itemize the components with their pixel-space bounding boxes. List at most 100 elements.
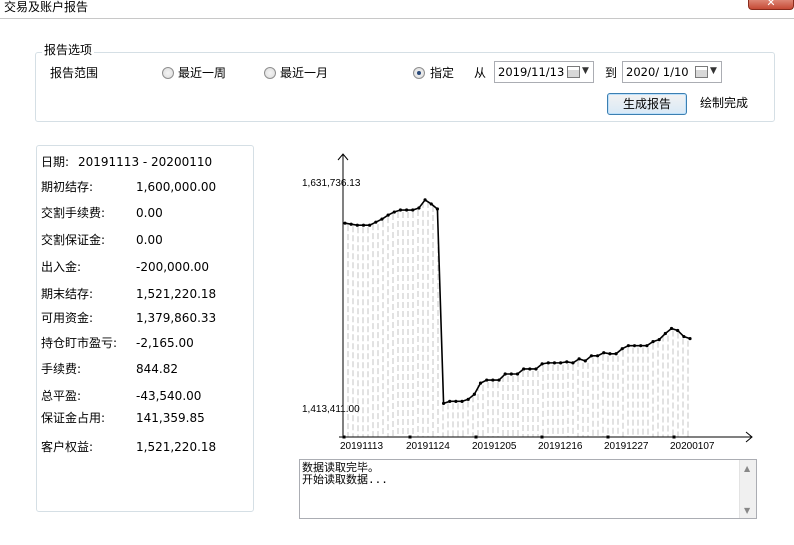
- close-button[interactable]: ✕: [748, 0, 794, 10]
- data-point: [509, 372, 513, 376]
- equity-chart: 1,631,736.13 1,413,411.00 20191113 201911…: [302, 153, 753, 452]
- x-tick-label: 20191124: [406, 441, 450, 452]
- data-point: [602, 351, 606, 355]
- log-scrollbar[interactable]: ▲ ▼: [739, 460, 756, 518]
- summary-value: -43,540.00: [136, 389, 202, 403]
- report-window: 交易及账户报告 ✕ 报告选项 报告范围 最近一周 最近一月 指定 从 2019/…: [0, 0, 794, 545]
- data-point: [669, 326, 674, 331]
- x-tick-label: 20191113: [340, 441, 383, 452]
- data-point: [448, 399, 452, 403]
- data-point: [460, 399, 464, 403]
- data-point: [386, 213, 390, 217]
- summary-value: -2,165.00: [136, 336, 194, 350]
- summary-value: -200,000.00: [136, 260, 210, 274]
- calendar-icon[interactable]: [567, 66, 580, 78]
- status-text: 绘制完成: [700, 96, 749, 110]
- data-point: [657, 337, 661, 342]
- data-point: [417, 206, 421, 210]
- data-point: [676, 328, 680, 333]
- data-point: [552, 361, 557, 365]
- summary-label: 客户权益:: [41, 440, 94, 454]
- data-point: [632, 344, 637, 348]
- data-point: [411, 208, 415, 212]
- scroll-up-icon[interactable]: ▲: [744, 464, 750, 473]
- data-point: [472, 392, 476, 396]
- summary-row: 手续费: 844.82: [41, 362, 178, 376]
- radio-last-week[interactable]: [162, 67, 174, 79]
- radio-last-month-label[interactable]: 最近一月: [280, 66, 328, 80]
- summary-row-date: 日期: 20191113 - 20200110: [41, 155, 212, 169]
- summary-value: 1,600,000.00: [136, 180, 217, 194]
- data-point: [361, 223, 366, 227]
- x-tick-mark: [672, 435, 676, 439]
- summary-label: 期初结存:: [41, 180, 94, 194]
- to-label: 到: [605, 66, 618, 80]
- radio-last-month[interactable]: [264, 67, 276, 79]
- radio-custom-label[interactable]: 指定: [430, 66, 454, 80]
- from-date-picker[interactable]: 2019/11/13 ▼: [494, 61, 594, 83]
- data-point: [441, 401, 446, 405]
- log-line: 开始读取数据...: [302, 473, 388, 486]
- summary-label: 期末结存:: [41, 287, 94, 301]
- x-tick-label: 20191205: [472, 441, 517, 452]
- data-point: [571, 361, 575, 365]
- report-range-label: 报告范围: [50, 66, 99, 80]
- data-point: [497, 378, 501, 382]
- x-tick-label: 20191227: [604, 441, 649, 452]
- summary-row: 客户权益: 1,521,220.18: [41, 440, 216, 454]
- data-point: [559, 361, 563, 365]
- equity-points: [343, 198, 692, 405]
- summary-row: 持仓盯市盈亏: -2,165.00: [41, 336, 194, 350]
- data-point: [429, 202, 433, 206]
- data-point: [491, 378, 495, 382]
- y-min-label: 1,413,411.00: [302, 404, 360, 415]
- summary-label: 交割保证金:: [41, 233, 106, 247]
- data-point: [392, 210, 396, 214]
- scroll-down-icon[interactable]: ▼: [744, 506, 750, 515]
- summary-value: 1,521,220.18: [136, 440, 217, 454]
- data-point: [651, 340, 655, 344]
- radio-last-week-label[interactable]: 最近一周: [178, 66, 226, 80]
- chevron-down-icon[interactable]: ▼: [710, 66, 717, 76]
- data-point: [626, 344, 630, 348]
- data-point: [608, 352, 612, 356]
- summary-label: 手续费:: [41, 362, 82, 376]
- summary-value: 1,521,220.18: [136, 287, 217, 301]
- data-point: [478, 381, 483, 385]
- data-point: [343, 221, 347, 225]
- x-tick-mark: [606, 435, 610, 439]
- summary-label: 总平盈:: [41, 389, 82, 403]
- window-title: 交易及账户报告: [4, 0, 89, 14]
- radio-custom[interactable]: [413, 67, 425, 79]
- summary-label: 保证金占用:: [41, 411, 106, 425]
- calendar-icon[interactable]: [695, 66, 708, 78]
- data-point: [639, 344, 643, 348]
- data-point: [423, 198, 427, 202]
- generate-report-button[interactable]: 生成报告: [607, 93, 687, 115]
- data-point: [485, 378, 489, 382]
- chevron-down-icon[interactable]: ▼: [582, 66, 589, 76]
- data-point: [380, 217, 384, 221]
- summary-row: 出入金: -200,000.00: [41, 260, 209, 274]
- x-tick-mark: [474, 435, 478, 439]
- data-point: [688, 336, 692, 341]
- summary-value: 844.82: [136, 362, 178, 376]
- x-tick-mark: [540, 435, 544, 439]
- data-point: [368, 223, 372, 227]
- data-point: [435, 207, 440, 211]
- summary-label: 交割手续费:: [41, 206, 106, 220]
- title-bar: 交易及账户报告 ✕: [0, 0, 794, 16]
- data-point: [405, 208, 409, 212]
- summary-label: 可用资金:: [41, 311, 94, 325]
- x-tick-mark: [342, 435, 346, 439]
- data-point: [645, 344, 649, 348]
- to-date-picker[interactable]: 2020/ 1/10 ▼: [622, 61, 722, 83]
- data-point: [454, 399, 458, 403]
- from-date-value: 2019/11/13: [498, 65, 565, 79]
- data-point: [620, 347, 624, 351]
- data-point: [355, 223, 359, 227]
- log-box[interactable]: 数据读取完毕。 开始读取数据... ▲ ▼: [299, 459, 757, 519]
- x-ticks: 20191113 20191124 20191205 20191216 20191227…: [340, 435, 715, 452]
- summary-value: 1,379,860.33: [136, 311, 217, 325]
- report-options-title: 报告选项: [42, 43, 95, 57]
